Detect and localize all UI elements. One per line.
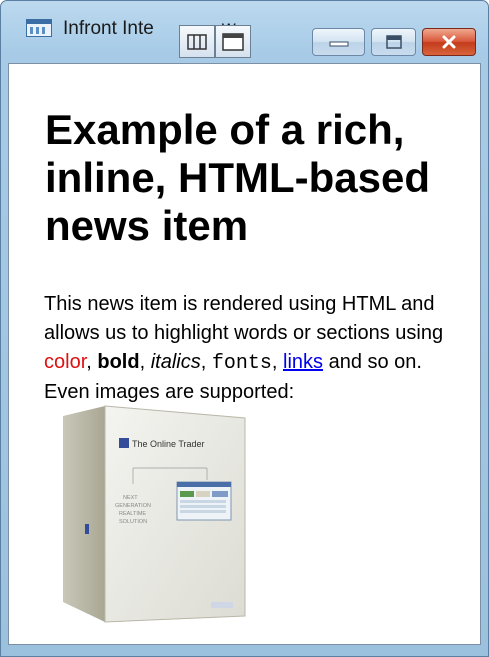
window-icon[interactable] <box>215 25 251 58</box>
svg-text:REALTIME: REALTIME <box>119 511 146 517</box>
maximize-button[interactable] <box>371 28 416 56</box>
svg-text:The Online Trader: The Online Trader <box>132 439 205 449</box>
title-bar[interactable]: Infront Intew... <box>1 1 488 58</box>
news-content[interactable]: Example of a rich, inline, HTML-based ne… <box>8 63 481 645</box>
mono-word: fonts <box>211 352 272 375</box>
product-box-image: The Online Trader NEXT GENERATION REALTI… <box>63 405 246 623</box>
minimize-button[interactable] <box>312 28 365 56</box>
news-headline: Example of a rich, inline, HTML-based ne… <box>45 106 431 249</box>
bold-word: bold <box>97 351 140 373</box>
overlay-toolbar <box>179 25 251 58</box>
app-window: Infront Intew... <box>0 0 489 657</box>
close-button[interactable] <box>422 28 476 56</box>
svg-text:SOLUTION: SOLUTION <box>119 519 147 525</box>
svg-text:GENERATION: GENERATION <box>115 503 151 509</box>
links-link[interactable]: links <box>283 351 323 373</box>
app-window-icon[interactable] <box>26 19 52 37</box>
dock-icon[interactable] <box>179 25 215 58</box>
minimize-icon <box>329 41 348 47</box>
close-icon <box>442 35 456 49</box>
news-body: This news item is rendered using HTML an… <box>44 293 444 403</box>
italic-word: italics <box>150 351 201 373</box>
color-word: color <box>44 351 87 373</box>
maximize-icon <box>385 35 402 49</box>
svg-text:NEXT: NEXT <box>123 495 138 501</box>
